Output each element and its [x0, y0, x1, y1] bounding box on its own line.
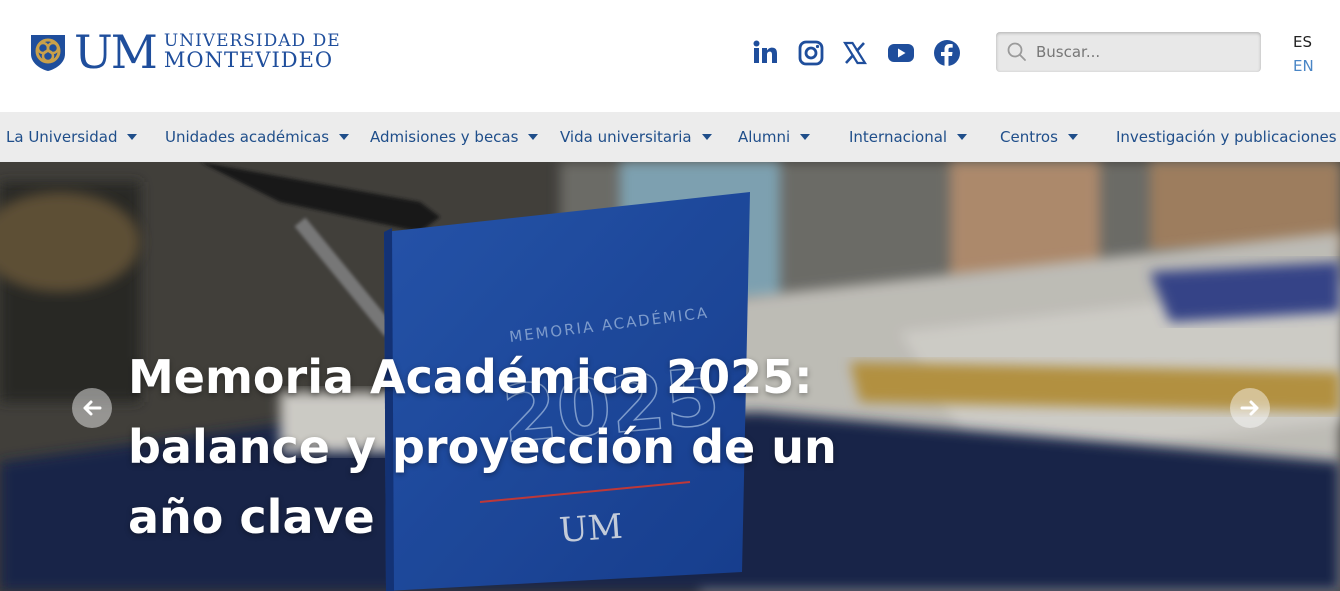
site-header: UM UNIVERSIDAD DE MONTEVIDEO Buscar... E… — [0, 0, 1340, 112]
youtube-link[interactable] — [886, 38, 916, 68]
nav-item-unidades-academicas[interactable]: Unidades académicas — [165, 112, 350, 162]
social-links — [750, 38, 978, 68]
caret-down-icon — [800, 134, 811, 140]
caret-down-icon — [339, 134, 350, 140]
slider-next-button[interactable] — [1230, 388, 1270, 428]
youtube-icon — [888, 44, 914, 62]
arrow-right-icon — [1240, 400, 1259, 416]
hero-title[interactable]: Memoria Académica 2025: balance y proyec… — [128, 342, 908, 552]
nav-item-label: La Universidad — [6, 128, 118, 146]
logo-mark: UM — [74, 25, 158, 79]
caret-down-icon — [1067, 134, 1078, 140]
shield-logo-icon — [31, 35, 65, 71]
nav-item-vida-universitaria[interactable]: Vida universitaria — [560, 112, 712, 162]
nav-item-label: Internacional — [849, 128, 948, 146]
nav-item-label: Investigación y publicaciones — [1116, 128, 1337, 146]
nav-item-label: Admisiones y becas — [370, 128, 519, 146]
caret-down-icon — [701, 134, 712, 140]
nav-item-admisiones-y-becas[interactable]: Admisiones y becas — [370, 112, 539, 162]
x-link[interactable] — [840, 38, 870, 68]
logo-line-2: MONTEVIDEO — [163, 48, 334, 72]
facebook-link[interactable] — [932, 38, 962, 68]
instagram-icon — [798, 40, 824, 66]
nav-item-label: Centros — [1000, 128, 1058, 146]
nav-item-alumni[interactable]: Alumni — [738, 112, 811, 162]
logo-name: UNIVERSIDAD DE MONTEVIDEO — [164, 33, 341, 71]
caret-down-icon — [957, 134, 968, 140]
facebook-icon — [934, 40, 960, 66]
nav-item-investigacion-y-publicaciones[interactable]: Investigación y publicaciones — [1116, 112, 1340, 162]
nav-item-la-universidad[interactable]: La Universidad — [6, 112, 138, 162]
search-box — [996, 32, 1261, 72]
hero-slider: MEMORIA ACADÉMICA 2025 UM Memoria Académ… — [0, 162, 1340, 591]
caret-down-icon — [528, 134, 539, 140]
linkedin-link[interactable] — [750, 38, 780, 68]
nav-item-centros[interactable]: Centros — [1000, 112, 1078, 162]
nav-item-label: Unidades académicas — [165, 128, 330, 146]
language-en[interactable]: EN — [1293, 54, 1314, 78]
instagram-link[interactable] — [796, 38, 826, 68]
language-es[interactable]: ES — [1293, 30, 1314, 54]
university-logo[interactable]: UM UNIVERSIDAD DE MONTEVIDEO — [28, 25, 341, 79]
nav-item-label: Alumni — [738, 128, 791, 146]
slider-prev-button[interactable] — [72, 388, 112, 428]
main-navigation: La Universidad Unidades académicas Admis… — [0, 112, 1340, 162]
arrow-left-icon — [83, 400, 102, 416]
x-icon — [843, 41, 867, 65]
linkedin-icon — [753, 40, 777, 63]
search-icon[interactable] — [1006, 41, 1028, 63]
caret-down-icon — [127, 134, 138, 140]
nav-item-label: Vida universitaria — [560, 128, 692, 146]
language-switcher: ES EN — [1293, 30, 1314, 78]
nav-item-internacional[interactable]: Internacional — [849, 112, 968, 162]
search-input[interactable] — [1036, 43, 1236, 61]
